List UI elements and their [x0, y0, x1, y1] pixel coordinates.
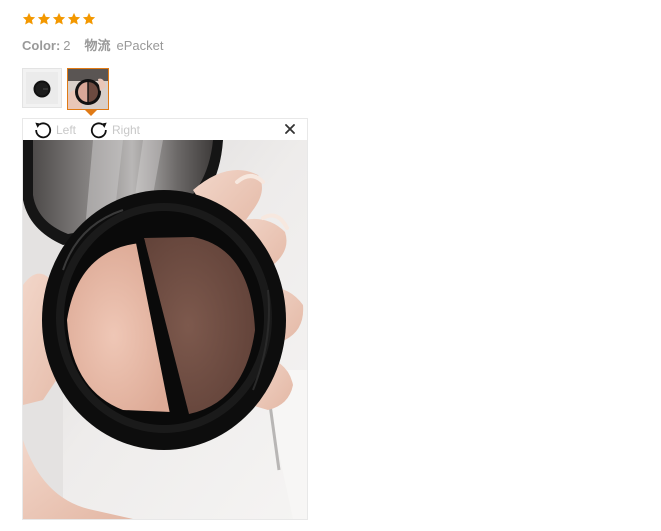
compact-open-thumbnail-image — [68, 69, 108, 109]
thumbnail-2[interactable] — [67, 68, 109, 110]
star-icon — [22, 12, 36, 25]
shipping-label: 物流 — [84, 38, 111, 53]
color-label: Color: — [22, 38, 61, 53]
rotate-left-icon — [35, 122, 52, 139]
star-icon — [52, 12, 66, 25]
order-info: Color: 2 物流 ePacket — [22, 35, 164, 54]
compact-closed-thumbnail-image — [23, 69, 61, 107]
feedback-photo-panel: Color: 2 物流 ePacket Left Right — [0, 0, 661, 531]
active-thumbnail-pointer — [85, 110, 97, 116]
star-icon — [37, 12, 51, 25]
star-icon — [67, 12, 81, 25]
close-icon[interactable] — [283, 122, 297, 136]
rotate-left-label: Left — [56, 123, 77, 137]
rotate-right-label: Right — [112, 123, 141, 137]
photo-thumbnails — [22, 68, 109, 110]
rotate-right-button[interactable]: Right — [89, 120, 140, 140]
thumbnail-1[interactable] — [22, 68, 62, 108]
rotate-left-button[interactable]: Left — [33, 120, 76, 140]
photo-viewer: Left Right — [22, 118, 308, 520]
rotate-right-icon — [90, 122, 107, 139]
contour-palette-photo — [23, 140, 307, 519]
star-rating — [22, 12, 96, 26]
product-photo — [23, 140, 307, 519]
color-value: 2 — [63, 38, 71, 53]
viewer-toolbar: Left Right — [23, 119, 307, 140]
shipping-value: ePacket — [116, 38, 164, 53]
star-icon — [82, 12, 96, 25]
